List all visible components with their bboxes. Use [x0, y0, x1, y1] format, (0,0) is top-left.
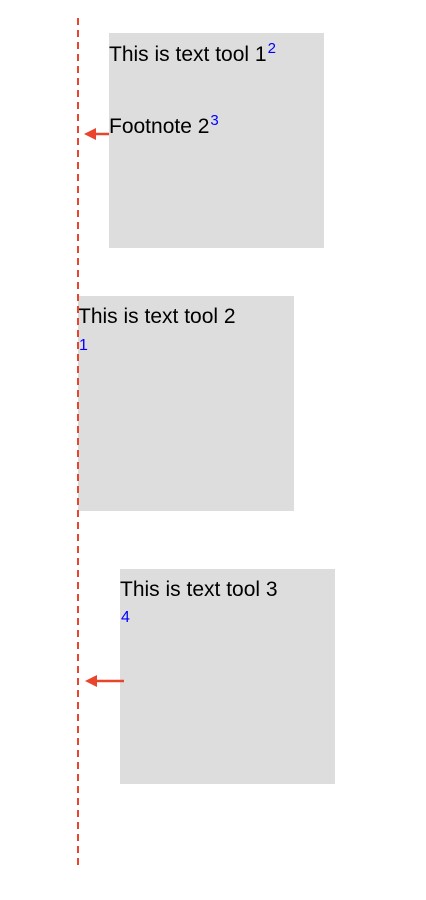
- text-tool-2[interactable]: This is text tool 2 1: [78, 296, 294, 511]
- text-tool-3-text: This is text tool 3: [120, 578, 278, 601]
- footnote-2-superscript[interactable]: 3: [210, 112, 218, 129]
- footnote-2-label: Footnote 23: [109, 112, 219, 141]
- footnote-2-text: Footnote 2: [109, 115, 210, 138]
- arrow-left-footnote: [84, 128, 109, 140]
- arrow-left-box3: [85, 675, 124, 687]
- text-tool-2-text: This is text tool 2: [78, 305, 236, 328]
- text-tool-1-text: This is text tool 1: [109, 43, 267, 66]
- text-tool-3-reference[interactable]: 4: [121, 609, 130, 627]
- arrow-left-icon: [85, 675, 97, 687]
- text-tool-1[interactable]: This is text tool 12 Footnote 23: [109, 33, 324, 248]
- arrow-left-icon: [84, 128, 96, 140]
- text-tool-3[interactable]: This is text tool 3 4: [120, 569, 335, 784]
- text-tool-1-superscript[interactable]: 2: [268, 40, 276, 57]
- text-tool-2-reference[interactable]: 1: [79, 337, 88, 355]
- text-tool-1-label: This is text tool 12: [109, 40, 276, 69]
